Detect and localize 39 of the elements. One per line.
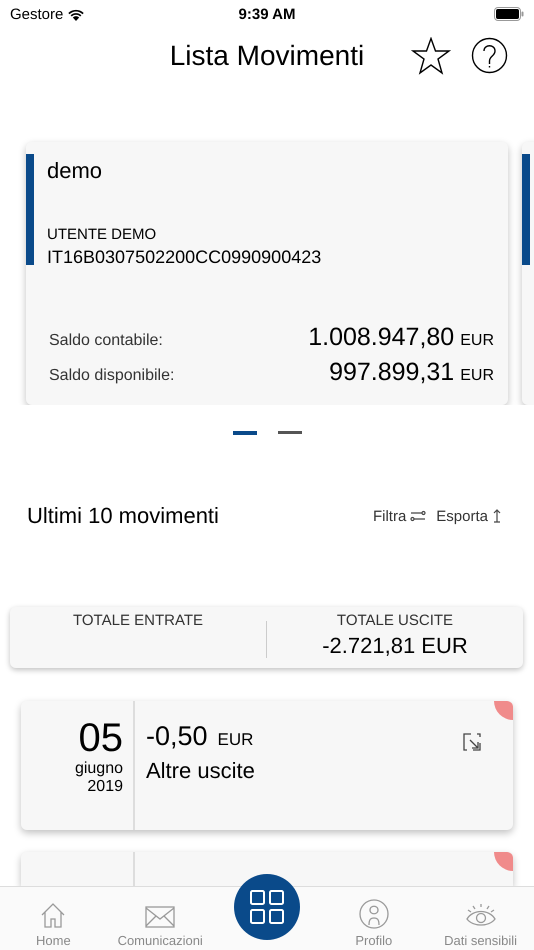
grid-icon [250, 890, 284, 924]
export-button[interactable]: Esporta [436, 508, 502, 524]
wifi-icon [67, 8, 86, 20]
transaction-day: 05 [78, 716, 123, 760]
balance-amount: 997.899,31 [329, 358, 454, 387]
transaction-category: Altre uscite [146, 758, 256, 784]
account-card[interactable]: demo UTENTE DEMO IT16B0307502200CC0990900423 Saldo contabile: 1.008.947,80 EUR Saldo disponibile: 997.899,31 EUR [26, 142, 508, 405]
transaction-month: giugno [74, 760, 123, 778]
transaction-year: 2019 [87, 778, 123, 796]
account-name: demo [47, 158, 104, 184]
transaction-card[interactable] [21, 852, 513, 886]
account-holder: UTENTE DEMO [47, 226, 158, 243]
transaction-card[interactable]: 05 giugno 2019 -0,50 EUR Altre uscite [21, 701, 513, 830]
help-icon[interactable] [471, 37, 508, 74]
balance-currency: EUR [460, 332, 494, 350]
balance-label: Saldo contabile: [49, 332, 163, 350]
battery-icon [494, 7, 524, 21]
balance-amount: 1.008.947,80 [308, 323, 454, 352]
section-title: Ultimi 10 movimenti [27, 503, 219, 529]
balance-label: Saldo disponibile: [49, 367, 174, 385]
total-label: TOTALE ENTRATE [72, 612, 204, 629]
carrier-name: Gestore [10, 6, 64, 22]
envelope-icon [145, 905, 176, 929]
total-value: -2.721,81 EUR [322, 633, 468, 659]
star-icon[interactable] [411, 37, 451, 75]
page-indicator[interactable] [232, 431, 256, 435]
expand-icon[interactable] [463, 733, 481, 751]
account-iban: IT16B0307502200CC0990900423 [47, 247, 322, 268]
status-time: 9:39 AM [238, 6, 296, 22]
transaction-currency: EUR [218, 730, 254, 750]
page-indicator[interactable] [278, 431, 302, 434]
balance-currency: EUR [460, 367, 494, 385]
filter-button[interactable]: Filtra [372, 508, 426, 524]
total-label: TOTALE USCITE [336, 612, 454, 629]
upload-icon [492, 509, 502, 523]
profile-icon [358, 899, 389, 929]
transaction-amount: -0,50 [146, 721, 208, 752]
sliders-icon [410, 510, 426, 522]
page-title: Lista Movimenti [170, 40, 364, 72]
